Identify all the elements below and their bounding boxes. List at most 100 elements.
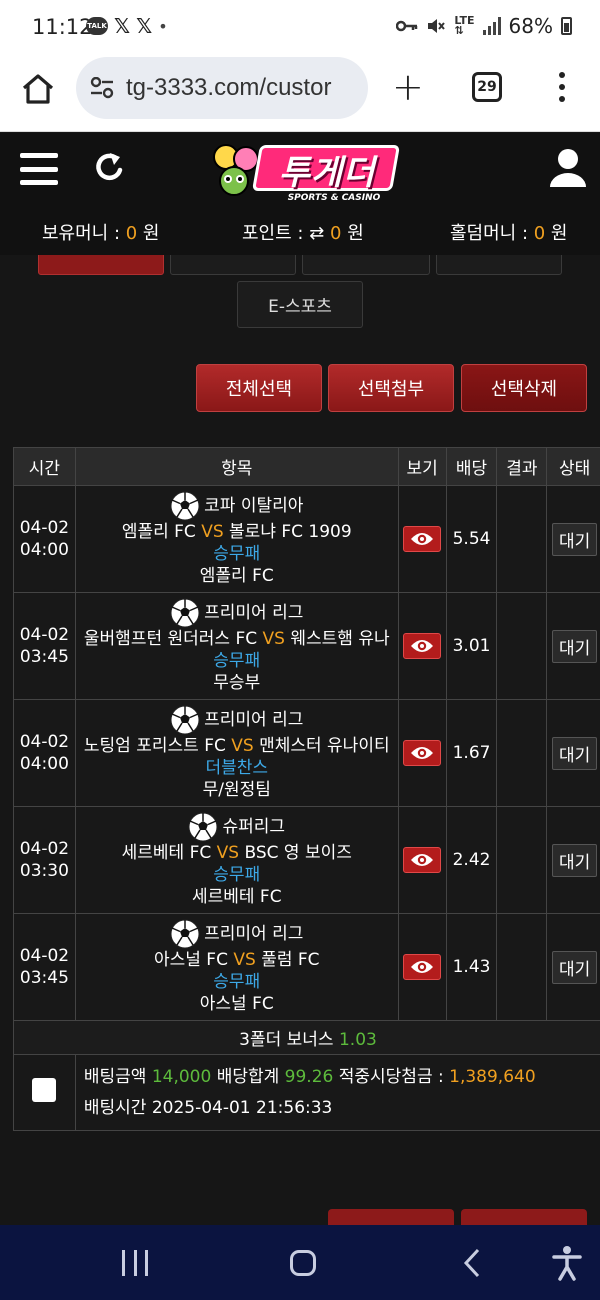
home-team: 세르베테 FC [121, 843, 212, 863]
soccer-ball-icon [170, 919, 200, 949]
match-date: 04-02 [19, 732, 70, 752]
home-team: 엠폴리 FC [121, 522, 196, 542]
bet-row: 04-02 04:00 코파 이탈리아 엠폴리 FC VS 볼로냐 FC 1909 승무… [13, 485, 600, 593]
status-cell: 대기 [546, 913, 600, 1021]
league-line: 프리미어 리그 [76, 705, 397, 735]
status-badge: 대기 [551, 950, 598, 984]
vs-label: VS [233, 950, 256, 970]
away-team: 웨스트햄 유나 [290, 629, 390, 649]
category-esports-button[interactable]: E-스포츠 [237, 281, 363, 328]
league-name: 코파 이탈리아 [204, 496, 304, 516]
delete-selected-button[interactable]: 선택삭제 [461, 364, 587, 412]
category-button[interactable] [436, 255, 562, 275]
match-time: 04:00 [19, 754, 69, 774]
accessibility-icon[interactable] [552, 1245, 582, 1281]
new-tab-icon[interactable]: + [392, 68, 424, 106]
teams-line: 세르베테 FC VS BSC 영 보이즈 [76, 842, 397, 864]
away-team: 볼로냐 FC 1909 [229, 522, 352, 542]
header-item: 항목 [74, 447, 399, 486]
bet-select-checkbox[interactable] [32, 1078, 56, 1102]
home-nav-icon[interactable] [290, 1250, 316, 1276]
status-badge: 대기 [551, 843, 598, 877]
view-eye-icon[interactable] [403, 740, 442, 766]
status-bar: 11:12 TALK 𝕏 𝕏 • LTE ⇅ 68% [0, 0, 600, 56]
status-badge: 대기 [551, 736, 598, 770]
site-settings-icon[interactable] [90, 77, 114, 99]
home-team: 아스널 FC [153, 950, 228, 970]
bottom-action-button[interactable] [328, 1209, 454, 1225]
site-logo[interactable]: 투게더 SPORTS & CASINO [210, 139, 401, 205]
category-button[interactable] [302, 255, 430, 275]
league-line: 프리미어 리그 [76, 919, 397, 949]
holdem-money: 홀덤머니 : 0 원 [450, 223, 568, 244]
bet-pick: 아스널 FC [199, 994, 274, 1014]
refresh-icon[interactable] [94, 151, 126, 185]
url-text[interactable]: tg-3333.com/custor [126, 74, 362, 102]
bonus-row: 3폴더 보너스 1.03 [13, 1020, 600, 1055]
recent-apps-icon[interactable] [122, 1250, 148, 1276]
more-menu-icon[interactable] [556, 72, 568, 102]
bet-row: 04-02 04:00 프리미어 리그 노팅엄 포리스트 FC VS 맨체스터 유나이… [13, 699, 600, 807]
away-team: 풀럼 FC [261, 950, 320, 970]
vs-label: VS [262, 629, 285, 649]
back-icon[interactable] [462, 1247, 482, 1279]
address-bar[interactable]: tg-3333.com/custor [76, 57, 368, 119]
status-cell: 대기 [546, 592, 600, 700]
match-date: 04-02 [19, 518, 70, 538]
teams-line: 아스널 FC VS 풀럼 FC [76, 949, 397, 971]
select-all-button[interactable]: 전체선택 [196, 364, 322, 412]
soccer-ball-icon [170, 705, 200, 735]
header-odds: 배당 [445, 447, 498, 486]
bet-row: 04-02 03:30 슈퍼리그 세르베테 FC VS BSC 영 보이즈 승무패 세르베… [13, 806, 600, 914]
user-icon[interactable] [548, 147, 588, 187]
league-line: 슈퍼리그 [76, 812, 397, 842]
result-cell [496, 699, 548, 807]
category-button[interactable] [170, 255, 296, 275]
bottom-action-button[interactable] [461, 1209, 587, 1225]
attach-selected-button[interactable]: 선택첨부 [328, 364, 454, 412]
bonus-value: 1.03 [338, 1030, 377, 1050]
view-eye-icon[interactable] [403, 847, 442, 873]
away-team: 맨체스터 유나이티 [259, 736, 390, 756]
view-eye-icon[interactable] [403, 954, 442, 980]
home-team: 울버햄프턴 원더러스 FC [83, 629, 258, 649]
tab-switcher-button[interactable]: 29 [472, 72, 502, 102]
result-cell [496, 806, 548, 914]
time-cell: 04-02 04:00 [13, 699, 76, 807]
site-header: 투게더 SPORTS & CASINO 보유머니 : 0 원 포인트 : ⇄ 0… [0, 133, 600, 255]
header-view: 보기 [397, 447, 447, 486]
odds-cell: 3.01 [445, 592, 498, 700]
key-icon [396, 20, 418, 32]
result-cell [496, 485, 548, 593]
exchange-arrows-icon[interactable]: ⇄ [309, 223, 324, 244]
time-cell: 04-02 03:30 [13, 806, 76, 914]
summary-time-line: 배팅시간 2025-04-01 21:56:33 [83, 1097, 333, 1118]
kakaotalk-icon: TALK [86, 17, 108, 35]
home-team: 노팅엄 포리스트 FC [83, 736, 226, 756]
market-type: 승무패 [213, 651, 261, 671]
view-eye-icon[interactable] [403, 633, 442, 659]
status-cell: 대기 [546, 806, 600, 914]
soccer-ball-icon [170, 598, 200, 628]
view-cell [397, 485, 447, 593]
header-status: 상태 [546, 447, 600, 486]
teams-line: 노팅엄 포리스트 FC VS 맨체스터 유나이티 [76, 735, 397, 757]
odds-cell: 1.43 [445, 913, 498, 1021]
item-cell: 프리미어 리그 노팅엄 포리스트 FC VS 맨체스터 유나이티 더블찬스 무/원정팀 [74, 699, 399, 807]
category-button-active[interactable] [38, 255, 164, 275]
system-navigation-bar [0, 1225, 600, 1300]
bet-pick: 무승부 [213, 673, 261, 693]
summary-info-cell: 배팅금액 14,000 배당합계 99.26 적중시당첨금 : 1,389,64… [74, 1054, 600, 1131]
hamburger-menu-icon[interactable] [20, 153, 58, 185]
teams-line: 엠폴리 FC VS 볼로냐 FC 1909 [76, 521, 397, 543]
bonus-cell: 3폴더 보너스 1.03 [13, 1020, 600, 1055]
view-cell [397, 592, 447, 700]
vs-label: VS [231, 736, 254, 756]
league-line: 프리미어 리그 [76, 598, 397, 628]
x-icon: 𝕏 [136, 14, 153, 38]
view-eye-icon[interactable] [403, 526, 442, 552]
market-type: 승무패 [213, 865, 261, 885]
table-header-row: 시간 항목 보기 배당 결과 상태 [13, 447, 600, 486]
home-icon[interactable] [20, 71, 56, 107]
holding-money: 보유머니 : 0 원 [42, 223, 160, 244]
